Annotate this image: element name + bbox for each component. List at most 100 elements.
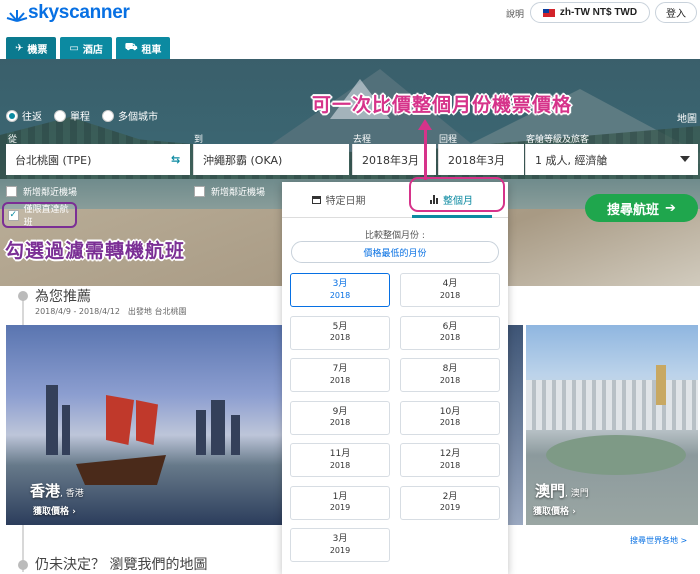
price-link-label: 獲取價格: [33, 507, 70, 517]
from-input[interactable]: 台北桃園 (TPE): [6, 144, 190, 175]
radio-label: 單程: [70, 112, 90, 123]
cheapest-month-button[interactable]: 價格最低的月份: [291, 241, 499, 263]
to-input[interactable]: 沖繩那霸 (OKA): [193, 144, 349, 175]
month-year: 2018: [439, 333, 461, 343]
month-year: 2018: [329, 333, 351, 343]
radio-one-way[interactable]: 單程: [54, 108, 90, 123]
locale-label: zh-TW NT$ TWD: [559, 7, 638, 18]
tab-label: 酒店: [82, 44, 103, 56]
month-year: 2019: [329, 545, 351, 555]
search-everywhere-link[interactable]: 搜尋世界各地 >: [630, 535, 687, 546]
chevron-right-icon: ›: [72, 507, 76, 517]
radio-round-trip[interactable]: 往返: [6, 108, 42, 123]
month-year: 2018: [329, 418, 351, 428]
recommend-title: 為您推薦: [35, 289, 91, 305]
nearby-from-checkbox[interactable]: 新增鄰近機場: [6, 185, 77, 198]
header-bar: skyscanner 說明 zh-TW NT$ TWD 登入 ✈ 機票 ▭ 酒店…: [0, 0, 700, 60]
annotation-direct-flights: 勾選過濾需轉機航班: [5, 240, 186, 262]
explore-map-heading: 仍未決定？ 瀏覽我們的地圖: [35, 557, 208, 573]
map-link[interactable]: 地圖: [677, 110, 697, 125]
trip-type-group: 往返 單程 多個城市: [6, 108, 158, 123]
month-option[interactable]: 12月 2018: [400, 443, 500, 477]
month-option[interactable]: 10月 2018: [400, 400, 500, 435]
month-label: 3月: [332, 534, 348, 545]
return-value: 2018年3月: [448, 153, 505, 167]
login-button[interactable]: 登入: [655, 2, 697, 23]
arrow-right-icon: ➔: [665, 200, 676, 216]
month-option[interactable]: 7月 2018: [290, 358, 390, 392]
city-name: 澳門: [535, 482, 566, 500]
price-link-label: 獲取價格: [533, 507, 570, 517]
checkmark-icon: ✓: [8, 209, 19, 221]
calendar-icon: [311, 195, 321, 204]
month-option[interactable]: 11月 2018: [290, 443, 390, 477]
radio-label: 多個城市: [118, 112, 158, 123]
radio-label: 往返: [22, 112, 42, 123]
tab-flights[interactable]: ✈ 機票: [6, 37, 57, 59]
cabin-value: 1 成人, 經濟艙: [535, 153, 608, 167]
month-option[interactable]: 9月 2018: [290, 400, 390, 435]
tab-label: 租車: [141, 44, 162, 56]
sunrise-logo-icon: [6, 10, 28, 22]
taiwan-flag-icon: [542, 8, 555, 17]
depart-value: 2018年3月: [362, 153, 419, 167]
month-label: 7月: [332, 364, 348, 375]
get-price-link-macau[interactable]: 獲取價格 ›: [533, 504, 576, 517]
checkbox-label: 新增鄰近機場: [23, 188, 78, 198]
city-name: 香港: [30, 482, 61, 500]
date-picker-popup: 特定日期 整個月 比較整個月份 : 價格最低的月份 3月 2018 4月 2018 5月…: [282, 177, 508, 574]
logo-text: skyscanner: [28, 2, 130, 23]
month-option[interactable]: 3月 2018: [290, 273, 390, 307]
month-option[interactable]: 3月 2019: [290, 528, 390, 562]
nearby-to-checkbox[interactable]: 新增鄰近機場: [194, 185, 265, 198]
chevron-right-icon: ›: [572, 507, 576, 517]
month-label: 4月: [442, 279, 458, 290]
tab-label: 機票: [27, 44, 48, 56]
month-option[interactable]: 8月 2018: [400, 358, 500, 392]
search-flights-button[interactable]: 搜尋航班 ➔: [585, 194, 698, 222]
return-date-input[interactable]: 2018年3月: [438, 144, 524, 175]
annotation-highlight-box: [409, 177, 505, 212]
help-link[interactable]: 說明: [506, 7, 524, 20]
tab-specific-date[interactable]: 特定日期: [282, 182, 395, 217]
to-value: 沖繩那霸 (OKA): [203, 153, 283, 167]
month-year: 2018: [329, 375, 351, 385]
compare-month-label: 比較整個月份 :: [365, 231, 425, 241]
annotation-arrow-stem: [424, 128, 427, 180]
timeline-dot: [18, 560, 28, 570]
month-label: 9月: [332, 406, 348, 417]
skyscanner-logo[interactable]: skyscanner: [6, 2, 130, 24]
month-option[interactable]: 1月 2019: [290, 485, 390, 520]
radio-multi-city[interactable]: 多個城市: [102, 108, 158, 123]
radio-empty-icon: [102, 109, 114, 122]
month-option[interactable]: 6月 2018: [400, 315, 500, 350]
month-year: 2018: [439, 375, 461, 385]
get-price-link-hongkong[interactable]: 獲取價格 ›: [33, 504, 76, 517]
month-label: 2月: [442, 491, 458, 502]
month-label: 12月: [439, 449, 461, 460]
month-year: 2018: [439, 290, 461, 300]
month-year: 2018: [329, 460, 351, 470]
checkbox-label: 僅限直達航班: [23, 205, 69, 228]
radio-selected-icon: [6, 109, 18, 122]
month-year: 2018: [329, 290, 351, 300]
month-option[interactable]: 5月 2018: [290, 315, 390, 350]
plane-icon: ✈: [15, 42, 24, 54]
tab-hotels[interactable]: ▭ 酒店: [60, 37, 112, 59]
cabin-travellers-select[interactable]: 1 成人, 經濟艙: [525, 144, 698, 175]
tab-cars[interactable]: ⛟ 租車: [115, 37, 171, 59]
month-year: 2019: [329, 503, 351, 513]
direct-only-checkbox[interactable]: ✓ 僅限直達航班: [2, 202, 77, 228]
recommend-subtitle: 2018/4/9 - 2018/4/12 出發地 台北桃園: [35, 307, 187, 316]
month-label: 11月: [329, 449, 351, 460]
chevron-down-icon: [680, 156, 690, 162]
month-label: 5月: [332, 321, 348, 332]
month-option[interactable]: 4月 2018: [400, 273, 500, 307]
month-label: 3月: [332, 279, 348, 290]
month-option[interactable]: 2月 2019: [400, 485, 500, 520]
locale-currency-button[interactable]: zh-TW NT$ TWD: [530, 2, 650, 23]
swap-icon[interactable]: ⇆: [171, 153, 180, 166]
checkbox-empty-icon: [194, 186, 205, 197]
card-city-hongkong: 香港, 香港: [30, 482, 84, 500]
card-city-macau: 澳門, 澳門: [535, 482, 589, 500]
